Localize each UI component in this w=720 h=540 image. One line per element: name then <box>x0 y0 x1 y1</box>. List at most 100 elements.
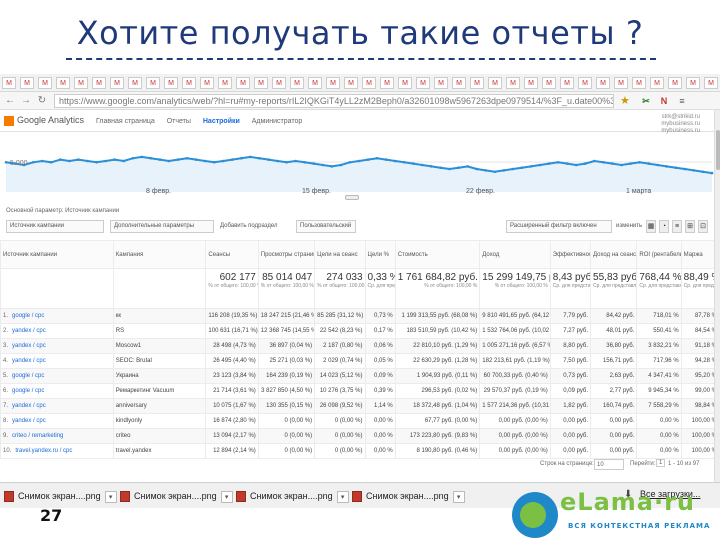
chart-point[interactable] <box>393 159 397 163</box>
edit-filter-button[interactable]: изменить <box>616 220 642 233</box>
browser-tab-icon[interactable]: M <box>596 77 610 89</box>
table-row[interactable]: 2. yandex / cpc RS 100 631 (16,71 %) 12 368 … <box>0 323 720 339</box>
browser-tab-icon[interactable]: M <box>416 77 430 89</box>
nav-admin[interactable]: Администратор <box>252 118 303 125</box>
dimension-select[interactable]: Источник кампании <box>6 220 104 233</box>
nav-reports[interactable]: Отчеты <box>167 118 191 125</box>
extension-icon-1[interactable]: ✂ <box>640 95 652 107</box>
browser-tab-icon[interactable]: M <box>344 77 358 89</box>
browser-tab-icon[interactable]: M <box>560 77 574 89</box>
goto-input[interactable]: 1 <box>656 459 666 467</box>
column-header[interactable]: ROI (рентабельность) <box>636 240 682 269</box>
browser-tab-icon[interactable]: M <box>434 77 448 89</box>
browser-tab-icon[interactable]: M <box>110 77 124 89</box>
chart-point[interactable] <box>448 167 451 171</box>
chart-point[interactable] <box>674 166 678 169</box>
chart-point[interactable] <box>221 159 225 163</box>
browser-tab-icon[interactable]: M <box>74 77 88 89</box>
source-link[interactable]: yandex / cpc <box>12 418 46 424</box>
column-header[interactable]: Просмотры страниц <box>257 240 316 269</box>
source-cell[interactable]: 3. yandex / cpc <box>0 338 114 354</box>
browser-tab-icon[interactable]: M <box>56 77 70 89</box>
sort-type-select[interactable]: Пользовательский <box>296 220 356 233</box>
chart-point[interactable] <box>167 159 171 163</box>
source-link[interactable]: google / cpc <box>12 313 44 319</box>
table-row[interactable]: 7. yandex / cpc anniversary 10 075 (1,67 %)… <box>0 398 720 414</box>
download-item-2[interactable]: Снимок экран....png ▾ <box>120 486 233 506</box>
chart-point[interactable] <box>602 161 605 164</box>
chart-point[interactable] <box>357 159 361 163</box>
back-arrow-icon[interactable]: ← <box>4 95 16 107</box>
chart-point[interactable] <box>484 169 488 172</box>
chevron-down-icon[interactable]: ▾ <box>336 490 349 503</box>
browser-tab-icon[interactable]: M <box>182 77 196 89</box>
chart-point[interactable] <box>131 157 134 160</box>
chart-point[interactable] <box>104 159 107 163</box>
scrollbar-thumb[interactable] <box>716 130 720 170</box>
forward-arrow-icon[interactable]: → <box>20 95 32 107</box>
vertical-scrollbar[interactable] <box>714 110 720 482</box>
chart-point[interactable] <box>212 161 216 164</box>
source-link[interactable]: google / cpc <box>12 373 44 379</box>
chart-point[interactable] <box>656 163 659 167</box>
browser-tab-icon[interactable]: M <box>578 77 592 89</box>
browser-tab-icon[interactable]: M <box>542 77 556 89</box>
chart-point[interactable] <box>457 166 460 169</box>
extension-icon-n[interactable]: N <box>658 95 670 107</box>
chevron-down-icon[interactable]: ▾ <box>104 490 117 503</box>
browser-tab-icon[interactable]: M <box>146 77 160 89</box>
pivot-view-icon[interactable]: ⊡ <box>698 220 708 233</box>
browser-tab-icon[interactable]: M <box>614 77 628 89</box>
chart-point[interactable] <box>421 163 424 167</box>
browser-tab-icon[interactable]: M <box>362 77 376 89</box>
chart-point[interactable] <box>95 161 98 164</box>
chevron-down-icon[interactable]: ▾ <box>220 490 233 503</box>
table-row[interactable]: 3. yandex / cpc Moscow1 28 498 (4,73 %) 36 8… <box>0 338 720 354</box>
chart-point[interactable] <box>339 163 343 167</box>
chart-point[interactable] <box>565 162 569 165</box>
chart-point[interactable] <box>50 161 53 164</box>
browser-tab-icon[interactable]: M <box>164 77 178 89</box>
chart-point[interactable] <box>710 171 714 175</box>
chart-point[interactable] <box>638 161 641 164</box>
chart-point[interactable] <box>384 158 388 161</box>
browser-tab-icon[interactable]: M <box>20 77 34 89</box>
chart-point[interactable] <box>203 159 207 163</box>
source-link[interactable]: travel.yandex.ru / cpc <box>15 448 72 454</box>
chart-point[interactable] <box>511 167 515 171</box>
ga-logo[interactable]: Google Analytics <box>4 115 84 126</box>
chart-point[interactable] <box>683 167 687 171</box>
browser-tab-icon[interactable]: M <box>488 77 502 89</box>
browser-tab-icon[interactable]: M <box>686 77 700 89</box>
browser-tab-icon[interactable]: M <box>200 77 214 89</box>
browser-tab-icon[interactable]: M <box>128 77 142 89</box>
chart-point[interactable] <box>403 161 406 164</box>
browser-tab-icon[interactable]: M <box>236 77 250 89</box>
chart-point[interactable] <box>312 162 316 165</box>
source-link[interactable]: criteo / remarketing <box>12 433 63 439</box>
chart-point[interactable] <box>375 157 379 160</box>
chart-point[interactable] <box>194 158 198 161</box>
chart-point[interactable] <box>113 158 116 161</box>
browser-tab-icon[interactable]: M <box>668 77 682 89</box>
source-link[interactable]: google / cpc <box>12 388 44 394</box>
browser-tab-icon[interactable]: M <box>308 77 322 89</box>
browser-tab-icon[interactable]: M <box>2 77 16 89</box>
chart-point[interactable] <box>412 162 415 165</box>
download-item-1[interactable]: Снимок экран....png ▾ <box>4 486 117 506</box>
chart-point[interactable] <box>231 158 234 161</box>
source-cell[interactable]: 1. google / cpc <box>0 308 114 324</box>
chart-point[interactable] <box>692 169 696 172</box>
source-cell[interactable]: 7. yandex / cpc <box>0 398 114 414</box>
chart-point[interactable] <box>520 166 524 169</box>
chart-point[interactable] <box>647 162 650 165</box>
column-header[interactable]: Эффективность <box>549 240 592 269</box>
table-row[interactable]: 6. google / cpc Ремаркетинг Vacuum 21 714 (… <box>0 383 720 399</box>
chart-point[interactable] <box>701 170 705 174</box>
browser-tab-icon[interactable]: M <box>524 77 538 89</box>
rows-per-page-select[interactable]: 10 <box>594 459 624 470</box>
browser-tab-icon[interactable]: M <box>398 77 412 89</box>
column-header[interactable]: Доход <box>479 240 551 269</box>
nav-home[interactable]: Главная страница <box>96 118 155 125</box>
url-input[interactable]: https://www.google.com/analytics/web/?hl… <box>54 94 614 108</box>
